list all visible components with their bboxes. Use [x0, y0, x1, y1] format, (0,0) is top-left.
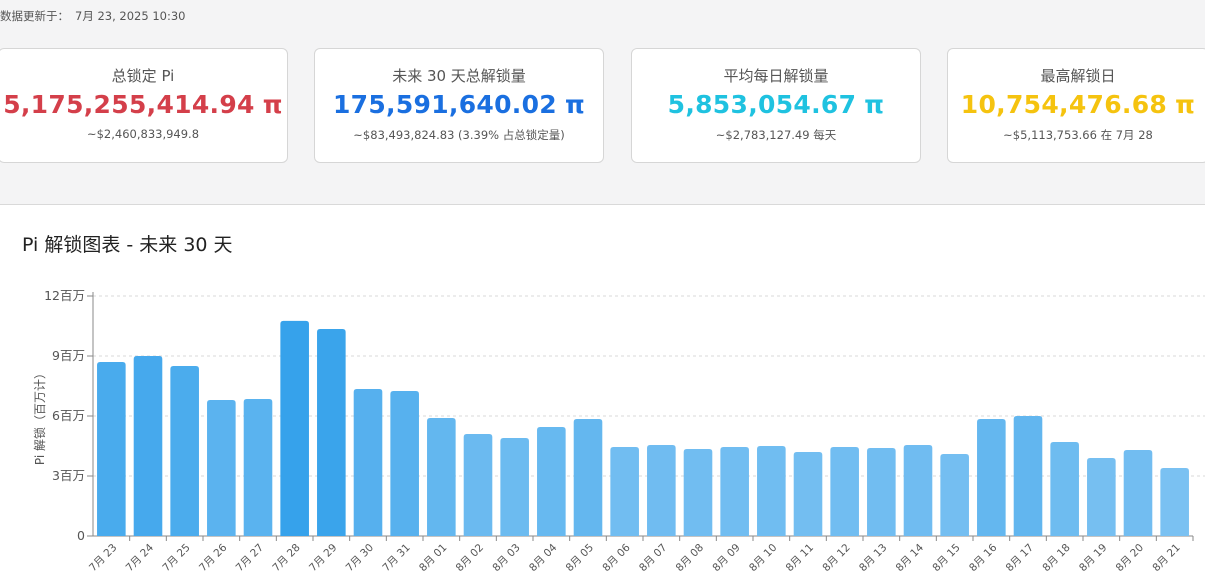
- bar: [610, 447, 639, 536]
- bar: [647, 445, 676, 536]
- x-tick-label: 7月 30: [344, 542, 376, 574]
- bar: [683, 449, 713, 536]
- card-sub: ~$2,783,127.49 每天: [715, 128, 837, 142]
- bar: [1050, 442, 1079, 536]
- card-label: 未来 30 天总解锁量: [392, 67, 526, 85]
- x-tick-label: 8月 12: [820, 542, 852, 574]
- bar: [243, 399, 273, 536]
- pi-symbol: π: [262, 90, 283, 119]
- x-tick-label: 8月 20: [1114, 542, 1146, 574]
- y-tick-label: 3百万: [52, 468, 85, 483]
- bar: [573, 419, 603, 536]
- x-tick-label: 7月 27: [234, 542, 266, 574]
- card-number: 175,591,640.02: [332, 90, 557, 119]
- card-sub: ~$5,113,753.66 在 7月 28: [1003, 128, 1153, 142]
- card-label: 总锁定 Pi: [111, 67, 175, 85]
- bar: [940, 454, 969, 536]
- bar: [1160, 468, 1189, 536]
- x-tick-label: 7月 26: [197, 541, 230, 574]
- bar: [427, 418, 456, 536]
- x-tick-label: 7月 24: [124, 541, 157, 574]
- bar: [720, 447, 749, 536]
- pi-symbol: π: [1175, 90, 1196, 119]
- x-tick-label: 8月 05: [564, 542, 596, 574]
- x-tick-label: 8月 08: [674, 542, 706, 574]
- bar: [903, 445, 933, 536]
- y-tick-label: 12百万: [44, 288, 85, 303]
- chart-title: Pi 解锁图表 - 未来 30 天: [22, 234, 233, 256]
- card-sub: ~$83,493,824.83 (3.39% 占总锁定量): [353, 128, 565, 142]
- bar: [353, 389, 383, 536]
- x-tick-label: 8月 01: [417, 542, 449, 574]
- card-value: 10,754,476.68 π: [948, 90, 1205, 119]
- x-tick-label: 8月 17: [1004, 542, 1036, 574]
- card-label: 平均每日解锁量: [723, 67, 829, 85]
- card-number: 10,754,476.68: [960, 90, 1168, 119]
- bar: [793, 452, 823, 536]
- x-tick-label: 8月 15: [930, 542, 962, 574]
- bar: [867, 448, 896, 536]
- x-tick-label: 8月 03: [490, 542, 522, 574]
- y-tick-label: 6百万: [52, 408, 85, 423]
- card-avg-daily-unlock: 平均每日解锁量 5,853,054.67 π ~$2,783,127.49 每天: [631, 48, 921, 163]
- update-label: 数据更新于：: [0, 9, 69, 23]
- x-tick-label: 8月 07: [637, 542, 669, 574]
- card-number: 5,175,255,414.94: [3, 90, 255, 119]
- x-tick-label: 8月 13: [857, 542, 889, 574]
- bar: [757, 446, 786, 536]
- card-number: 5,853,054.67: [667, 90, 857, 119]
- pi-symbol: π: [564, 90, 586, 119]
- x-tick-label: 7月 31: [380, 542, 412, 574]
- update-value: 7月 23, 2025 10:30: [75, 9, 186, 23]
- bar: [830, 447, 859, 536]
- bar: [390, 391, 419, 536]
- bar: [170, 366, 199, 536]
- card-value: 5,853,054.67 π: [632, 90, 920, 119]
- y-tick-label: 9百万: [52, 348, 85, 363]
- x-tick-label: 8月 09: [710, 542, 742, 574]
- x-tick-label: 7月 23: [87, 542, 119, 574]
- bar: [207, 400, 236, 536]
- x-tick-label: 8月 21: [1150, 542, 1182, 574]
- x-tick-label: 8月 14: [894, 541, 927, 574]
- card-total-locked: 总锁定 Pi 5,175,255,414.94 π ~$2,460,833,949…: [0, 48, 288, 163]
- bar: [1123, 450, 1153, 536]
- card-value: 175,591,640.02 π: [315, 90, 603, 119]
- pi-symbol: π: [864, 90, 885, 119]
- bar: [1087, 458, 1116, 536]
- bar: [317, 329, 346, 536]
- update-timestamp: 数据更新于： 7月 23, 2025 10:30: [0, 8, 185, 24]
- bar: [1013, 416, 1043, 536]
- card-value: 5,175,255,414.94 π: [0, 90, 287, 119]
- x-tick-label: 8月 10: [747, 542, 779, 574]
- y-tick-label: 0: [77, 528, 85, 543]
- bar: [463, 434, 493, 536]
- x-tick-label: 8月 18: [1040, 542, 1072, 574]
- card-label: 最高解锁日: [1040, 67, 1116, 85]
- x-tick-label: 8月 02: [454, 542, 486, 574]
- x-tick-label: 7月 29: [307, 542, 339, 574]
- bar: [537, 427, 566, 536]
- y-axis-label: Pi 解锁（百万计）: [32, 367, 47, 465]
- x-tick-label: 7月 28: [270, 542, 302, 574]
- x-tick-label: 7月 25: [160, 542, 192, 574]
- bar: [280, 320, 309, 536]
- card-sub: ~$2,460,833,949.8: [86, 127, 200, 141]
- x-tick-label: 8月 04: [527, 541, 560, 574]
- card-peak-unlock-day: 最高解锁日 10,754,476.68 π ~$5,113,753.66 在 7月…: [947, 48, 1205, 163]
- bar: [977, 419, 1006, 536]
- x-tick-label: 8月 19: [1077, 542, 1109, 574]
- x-tick-label: 8月 06: [600, 541, 633, 574]
- card-total-unlock-30d: 未来 30 天总解锁量 175,591,640.02 π ~$83,493,824…: [314, 48, 604, 163]
- unlock-bar-chart: 03百万6百万9百万12百万Pi 解锁（百万计）7月 23 7月 24 7月 25 7…: [32, 288, 1205, 574]
- bar: [133, 356, 163, 536]
- bar: [500, 438, 529, 536]
- x-tick-label: 8月 16: [967, 541, 1000, 574]
- x-tick-label: 8月 11: [784, 542, 816, 574]
- bar: [97, 362, 126, 536]
